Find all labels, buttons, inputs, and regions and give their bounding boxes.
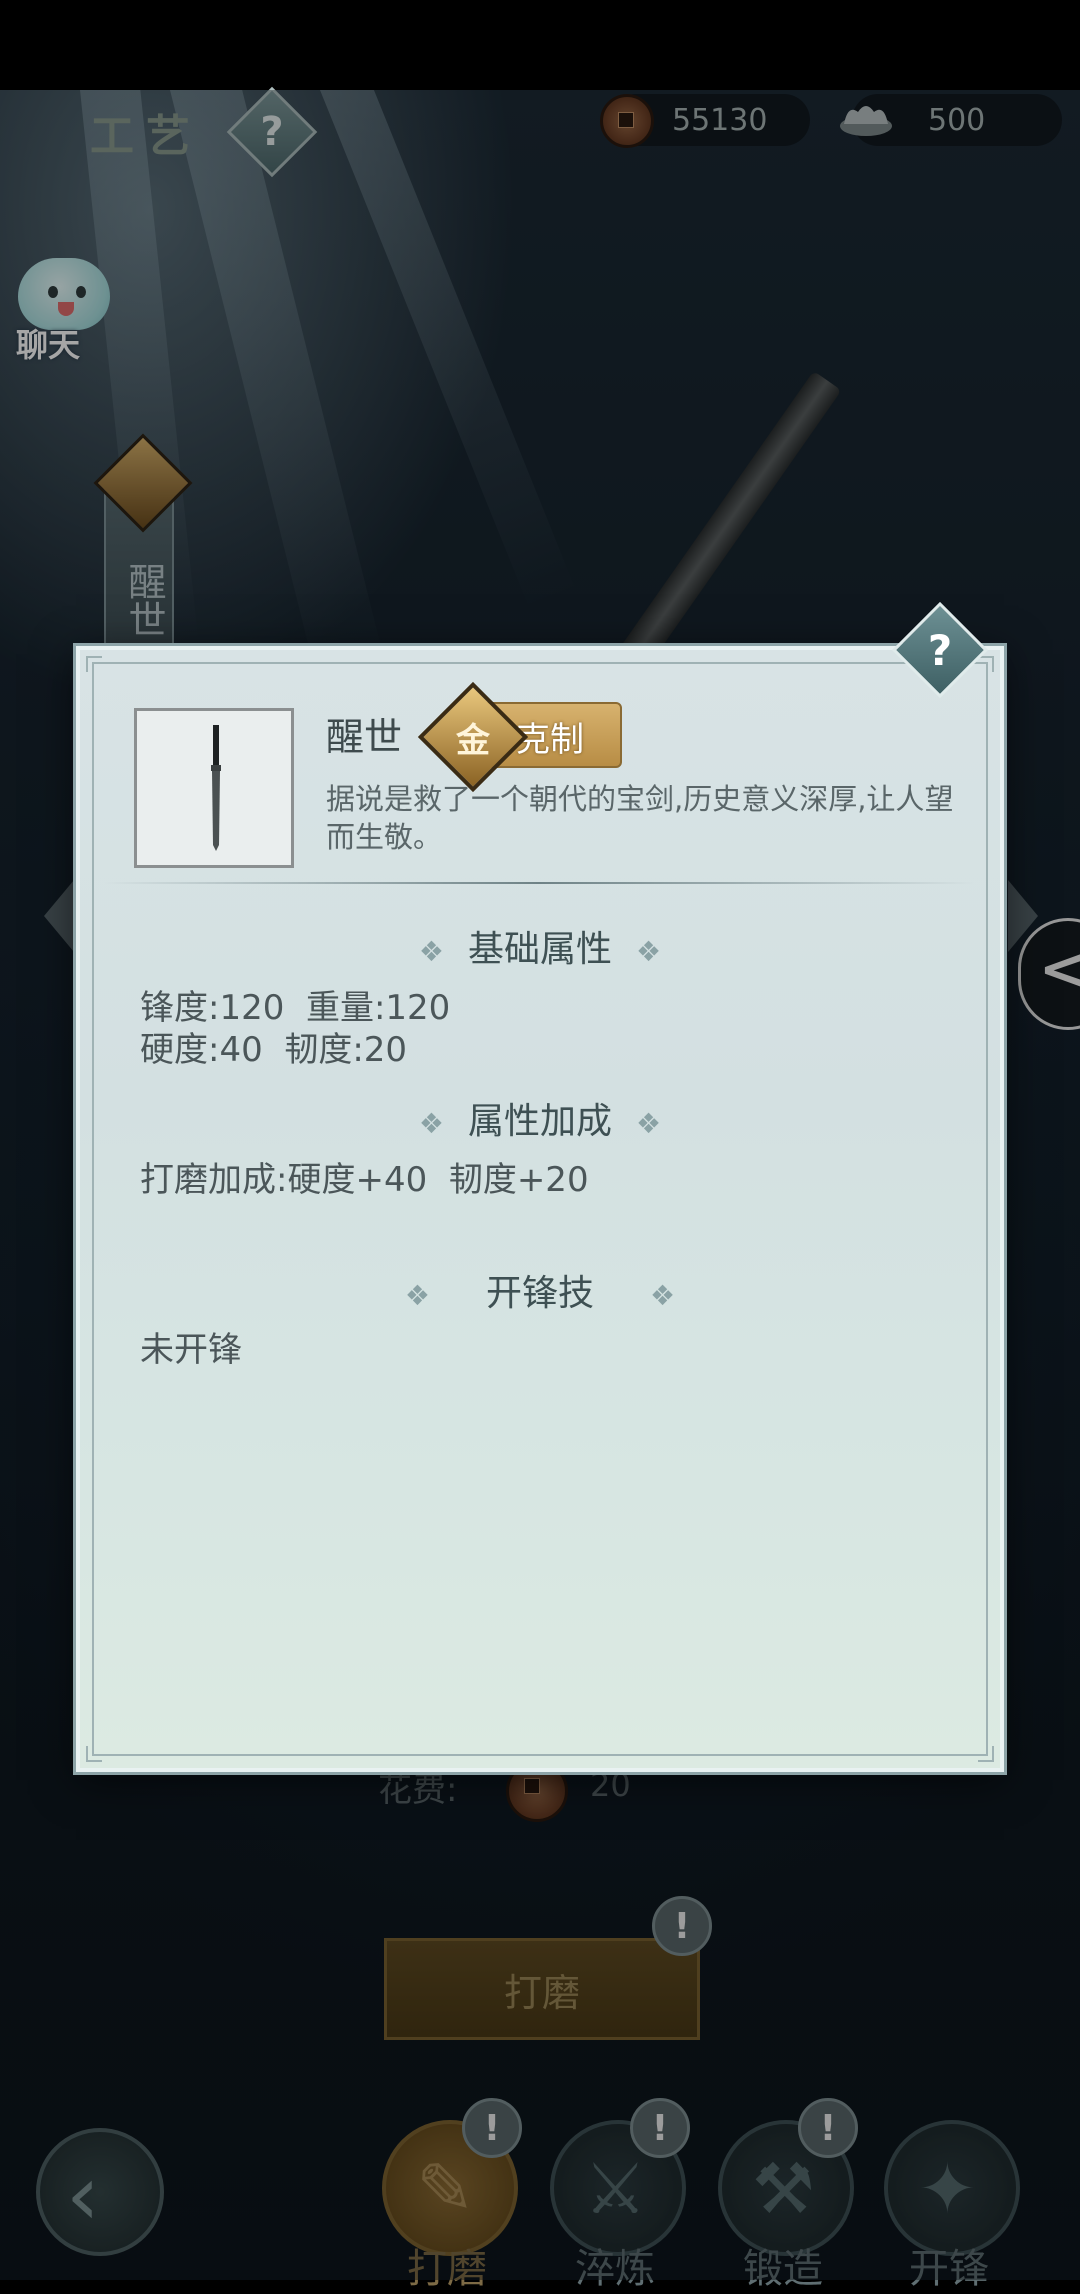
section-base-attributes: ❖ 基础属性 ❖ [0, 920, 1080, 972]
bonus-attr-line: 打磨加成:硬度+40 韧度+20 [140, 1160, 589, 1200]
divider [104, 882, 974, 884]
corner-ornament [86, 1746, 102, 1762]
section-title-text: 基础属性 [467, 929, 612, 970]
section-title-text: 开锋技 [485, 1273, 594, 1314]
ornament-icon: ❖ [404, 1279, 430, 1312]
ornament-icon: ❖ [418, 1107, 444, 1140]
item-name: 醒世 [326, 715, 403, 759]
corner-ornament [978, 1746, 994, 1762]
ornament-icon: ❖ [636, 1107, 662, 1140]
corner-ornament [978, 656, 994, 672]
ornament-icon: ❖ [418, 935, 444, 968]
sharpen-skill-status: 未开锋 [140, 1330, 242, 1370]
base-attr-line-2: 硬度:40 韧度:20 [140, 1030, 408, 1070]
sword-icon [211, 725, 221, 851]
question-icon: ? [927, 625, 953, 675]
item-description: 据说是救了一个朝代的宝剑,历史意义深厚,让人望而生敬。 [326, 782, 954, 854]
section-attribute-bonus: ❖ 属性加成 ❖ [0, 1092, 1080, 1144]
section-title-text: 属性加成 [467, 1101, 612, 1142]
ornament-icon: ❖ [650, 1279, 676, 1312]
corner-ornament [86, 656, 102, 672]
section-sharpen-skill: ❖ 开锋技 ❖ [0, 1264, 1080, 1316]
badge-glyph: 金 [456, 720, 490, 761]
ornament-icon: ❖ [636, 935, 662, 968]
status-bar [0, 0, 1080, 90]
item-icon-frame [134, 708, 294, 868]
